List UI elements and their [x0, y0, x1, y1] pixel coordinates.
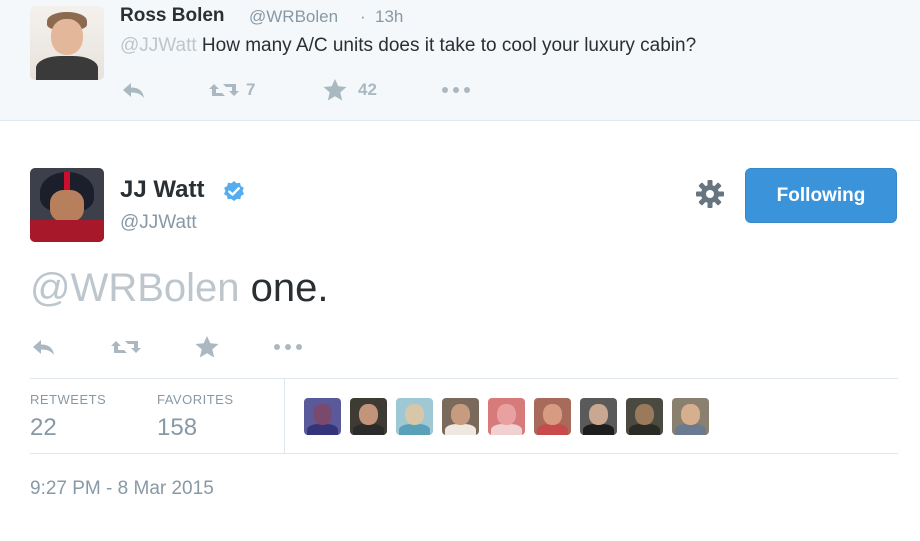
favoriter-avatar-head [635, 404, 654, 425]
favoriter-avatar-head [405, 404, 424, 425]
favorite-star-icon [322, 78, 348, 102]
favoriter-avatar[interactable] [488, 398, 525, 435]
following-button[interactable]: Following [745, 168, 897, 223]
favorite-button[interactable]: 42 [322, 78, 377, 102]
retweet-icon [110, 336, 142, 358]
favorited-by-avatars [304, 398, 709, 436]
favoriter-avatar-body [583, 424, 614, 435]
favoriter-avatar[interactable] [534, 398, 571, 435]
reply-icon [120, 79, 148, 101]
parent-retweet-count: 7 [246, 80, 256, 99]
more-options-button[interactable] [440, 78, 472, 102]
favoriter-avatar-head [589, 404, 608, 425]
stats-divider-top [30, 378, 898, 379]
favorite-star-icon [194, 335, 220, 359]
favoriter-avatar-head [359, 404, 378, 425]
main-author-name[interactable]: JJ Watt [120, 176, 204, 204]
favoriter-avatar-body [399, 424, 430, 435]
verified-badge-icon [222, 180, 246, 204]
stats-divider-vertical [284, 378, 285, 453]
gear-icon[interactable] [694, 178, 726, 210]
favorites-count[interactable]: 158 [157, 414, 197, 442]
favoriter-avatar[interactable] [626, 398, 663, 435]
retweets-count[interactable]: 22 [30, 414, 57, 442]
favoriter-avatar-head [497, 404, 516, 425]
favoriter-avatar[interactable] [580, 398, 617, 435]
parent-tweet[interactable]: Ross Bolen @WRBolen · 13h @JJWatt How ma… [0, 0, 920, 121]
parent-separator: · [360, 7, 366, 26]
favoriter-avatar-body [445, 424, 476, 435]
main-tweet-text: @WRBolen one. [30, 266, 329, 311]
favoriter-avatar-head [313, 404, 332, 425]
avatar-jersey [30, 220, 104, 242]
reply-button[interactable] [120, 78, 148, 102]
favoriter-avatar[interactable] [442, 398, 479, 435]
favoriter-avatar[interactable] [350, 398, 387, 435]
retweet-icon [208, 79, 240, 101]
favoriter-avatar-body [307, 424, 338, 435]
favoriter-avatar-body [537, 424, 568, 435]
stats-divider-bottom [30, 453, 898, 454]
favoriter-avatar[interactable] [672, 398, 709, 435]
more-options-icon [272, 342, 304, 352]
main-mention-link[interactable]: @WRBolen [30, 266, 240, 310]
parent-tweet-text: @JJWatt How many A/C units does it take … [120, 35, 696, 57]
favoriter-avatar-body [491, 424, 522, 435]
favorite-button[interactable] [194, 335, 220, 359]
tweet-timestamp[interactable]: 9:27 PM - 8 Mar 2015 [30, 478, 214, 500]
reply-button[interactable] [30, 335, 58, 359]
avatar-shirt [36, 56, 98, 80]
favoriter-avatar-head [451, 404, 470, 425]
avatar-face [50, 190, 84, 222]
favoriter-avatar-head [543, 404, 562, 425]
favoriter-avatar-head [681, 404, 700, 425]
parent-timestamp[interactable]: 13h [375, 7, 403, 27]
favoriter-avatar[interactable] [304, 398, 341, 435]
favoriter-avatar-body [675, 424, 706, 435]
more-options-icon [440, 85, 472, 95]
avatar-head [51, 19, 83, 55]
ross-bolen-avatar[interactable] [30, 6, 104, 80]
parent-author-handle[interactable]: @WRBolen [249, 7, 338, 27]
parent-tweet-body: How many A/C units does it take to cool … [196, 35, 697, 56]
retweet-button[interactable]: 7 [208, 78, 255, 102]
parent-favorite-count: 42 [358, 80, 377, 99]
retweets-label[interactable]: RETWEETS [30, 392, 106, 407]
favoriter-avatar[interactable] [396, 398, 433, 435]
favorites-label[interactable]: FAVORITES [157, 392, 234, 407]
jj-watt-avatar[interactable] [30, 168, 104, 242]
parent-author-name[interactable]: Ross Bolen [120, 5, 225, 27]
favoriter-avatar-body [353, 424, 384, 435]
main-tweet-actions [30, 335, 330, 361]
main-author-handle[interactable]: @JJWatt [120, 212, 197, 234]
favoriter-avatar-body [629, 424, 660, 435]
reply-icon [30, 336, 58, 358]
more-options-button[interactable] [272, 335, 304, 359]
retweet-button[interactable] [110, 335, 142, 359]
main-tweet-body: one. [239, 266, 329, 310]
parent-mention-link[interactable]: @JJWatt [120, 35, 197, 56]
